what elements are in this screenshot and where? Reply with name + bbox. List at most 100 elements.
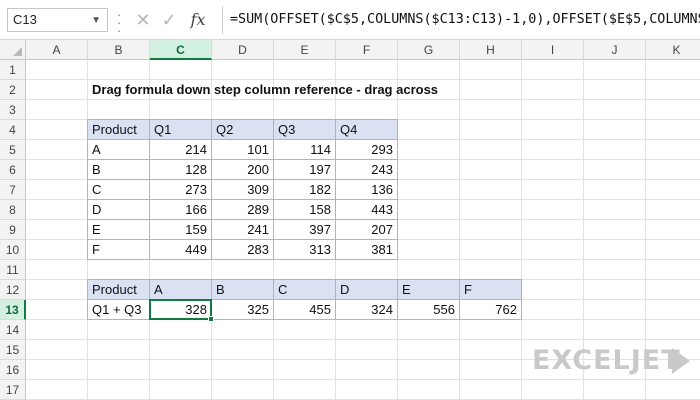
- result-header-cell[interactable]: Product: [88, 280, 150, 300]
- name-box[interactable]: C13 ▼: [7, 8, 108, 32]
- row-header-8[interactable]: 8: [0, 200, 26, 220]
- result-header-cell[interactable]: A: [150, 280, 212, 300]
- table-cell[interactable]: 207: [336, 220, 398, 240]
- table-header-cell[interactable]: Q1: [150, 120, 212, 140]
- gridline-vertical: [521, 60, 522, 400]
- column-header-f[interactable]: F: [336, 40, 398, 60]
- table-cell[interactable]: 241: [212, 220, 274, 240]
- table-cell[interactable]: 200: [212, 160, 274, 180]
- table-cell[interactable]: 128: [150, 160, 212, 180]
- result-cell[interactable]: 324: [336, 300, 398, 320]
- row-header-9[interactable]: 9: [0, 220, 26, 240]
- result-cell[interactable]: 328: [150, 300, 212, 320]
- table-header-cell[interactable]: Q3: [274, 120, 336, 140]
- result-cell[interactable]: 455: [274, 300, 336, 320]
- table-cell[interactable]: 214: [150, 140, 212, 160]
- column-header-d[interactable]: D: [212, 40, 274, 60]
- row-header-12[interactable]: 12: [0, 280, 26, 300]
- row-header-17[interactable]: 17: [0, 380, 26, 400]
- select-all-button[interactable]: [0, 40, 26, 60]
- logo-arrow-icon: [672, 348, 690, 374]
- row-header-5[interactable]: 5: [0, 140, 26, 160]
- result-header-cell[interactable]: E: [398, 280, 460, 300]
- table-cell[interactable]: 197: [274, 160, 336, 180]
- table-border: [87, 119, 88, 260]
- result-cell[interactable]: 762: [460, 300, 522, 320]
- column-header-e[interactable]: E: [274, 40, 336, 60]
- result-header-cell[interactable]: B: [212, 280, 274, 300]
- gridline-horizontal: [26, 379, 700, 380]
- column-header-i[interactable]: I: [522, 40, 584, 60]
- table-row-label[interactable]: C: [88, 180, 150, 200]
- table-header-cell[interactable]: Product: [88, 120, 150, 140]
- table-cell[interactable]: 289: [212, 200, 274, 220]
- result-header-cell[interactable]: C: [274, 280, 336, 300]
- function-icon[interactable]: fx: [184, 8, 212, 32]
- table-row-label[interactable]: B: [88, 160, 150, 180]
- result-header-cell[interactable]: D: [336, 280, 398, 300]
- row-header-6[interactable]: 6: [0, 160, 26, 180]
- column-header-g[interactable]: G: [398, 40, 460, 60]
- table-cell[interactable]: 136: [336, 180, 398, 200]
- column-header-j[interactable]: J: [584, 40, 646, 60]
- table-cell[interactable]: 273: [150, 180, 212, 200]
- column-header-b[interactable]: B: [88, 40, 150, 60]
- table-cell[interactable]: 397: [274, 220, 336, 240]
- result-header-cell[interactable]: F: [460, 280, 522, 300]
- row-header-13[interactable]: 13: [0, 300, 26, 320]
- table-cell[interactable]: 449: [150, 240, 212, 260]
- table-cell[interactable]: 313: [274, 240, 336, 260]
- table-row-label[interactable]: F: [88, 240, 150, 260]
- formula-bar: C13 ▼ · · · ✕ ✓ fx =SUM(OFFSET($C$5,COLUMN…: [0, 0, 700, 40]
- row-header-11[interactable]: 11: [0, 260, 26, 280]
- select-all-icon: [13, 47, 22, 56]
- gridline-horizontal: [26, 339, 700, 340]
- table-border: [87, 279, 522, 280]
- column-header-k[interactable]: K: [646, 40, 700, 60]
- table-cell[interactable]: 101: [212, 140, 274, 160]
- result-cell[interactable]: 556: [398, 300, 460, 320]
- gridline-vertical: [459, 60, 460, 400]
- table-cell[interactable]: 283: [212, 240, 274, 260]
- cancel-icon[interactable]: ✕: [132, 8, 154, 32]
- exceljet-logo: EXCELJET: [532, 345, 681, 376]
- fill-handle[interactable]: [208, 316, 214, 322]
- table-header-cell[interactable]: Q4: [336, 120, 398, 140]
- chevron-down-icon[interactable]: ▼: [91, 10, 101, 32]
- column-header-h[interactable]: H: [460, 40, 522, 60]
- column-header-a[interactable]: A: [26, 40, 88, 60]
- row-header-14[interactable]: 14: [0, 320, 26, 340]
- row-header-15[interactable]: 15: [0, 340, 26, 360]
- sheet-title: Drag formula down step column reference …: [92, 82, 439, 97]
- table-cell[interactable]: 166: [150, 200, 212, 220]
- table-row-label[interactable]: A: [88, 140, 150, 160]
- name-box-value: C13: [13, 12, 37, 27]
- row-header-16[interactable]: 16: [0, 360, 26, 380]
- table-cell[interactable]: 182: [274, 180, 336, 200]
- column-header-c[interactable]: C: [150, 40, 212, 60]
- table-border: [87, 119, 398, 120]
- table-cell[interactable]: 443: [336, 200, 398, 220]
- table-cell[interactable]: 114: [274, 140, 336, 160]
- formula-bar-divider: [222, 6, 223, 34]
- table-cell[interactable]: 158: [274, 200, 336, 220]
- table-row-label[interactable]: E: [88, 220, 150, 240]
- table-cell[interactable]: 381: [336, 240, 398, 260]
- row-header-10[interactable]: 10: [0, 240, 26, 260]
- row-header-2[interactable]: 2: [0, 80, 26, 100]
- row-header-3[interactable]: 3: [0, 100, 26, 120]
- formula-input[interactable]: =SUM(OFFSET($C$5,COLUMNS($C13:C13)-1,0),…: [230, 8, 700, 32]
- table-cell[interactable]: 293: [336, 140, 398, 160]
- more-options-icon[interactable]: · · ·: [112, 7, 126, 37]
- result-cell[interactable]: 325: [212, 300, 274, 320]
- table-row-label[interactable]: D: [88, 200, 150, 220]
- enter-icon[interactable]: ✓: [158, 8, 180, 32]
- table-cell[interactable]: 159: [150, 220, 212, 240]
- result-row-label[interactable]: Q1 + Q3: [88, 300, 150, 320]
- table-cell[interactable]: 243: [336, 160, 398, 180]
- table-cell[interactable]: 309: [212, 180, 274, 200]
- row-header-1[interactable]: 1: [0, 60, 26, 80]
- row-header-7[interactable]: 7: [0, 180, 26, 200]
- row-header-4[interactable]: 4: [0, 120, 26, 140]
- table-header-cell[interactable]: Q2: [212, 120, 274, 140]
